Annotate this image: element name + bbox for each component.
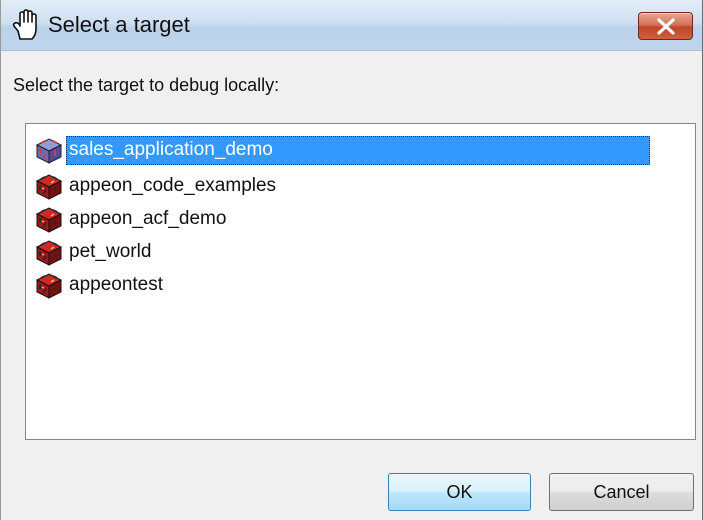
- close-x-icon: [657, 18, 675, 35]
- target-cube-icon: [35, 174, 63, 200]
- list-item[interactable]: appeon_code_examples: [34, 170, 280, 202]
- dialog-prompt: Select the target to debug locally:: [13, 75, 280, 95]
- window-title: Select a target: [48, 12, 190, 37]
- close-button[interactable]: [638, 12, 693, 40]
- title-bar[interactable]: Select a target: [1, 0, 702, 51]
- target-label: sales_application_demo: [66, 135, 650, 165]
- target-cube-icon: [35, 273, 63, 299]
- hand-pointer-icon: [11, 9, 41, 41]
- list-item[interactable]: appeon_acf_demo: [34, 203, 230, 235]
- select-target-dialog: Select a target Select the target to deb…: [0, 0, 703, 520]
- list-item[interactable]: sales_application_demo: [34, 134, 650, 166]
- target-cube-icon: [35, 138, 63, 164]
- target-cube-icon: [35, 207, 63, 233]
- target-list[interactable]: sales_application_demo appeon_code_examp…: [25, 123, 696, 440]
- target-label: appeontest: [69, 273, 164, 295]
- target-label: appeon_code_examples: [69, 174, 277, 196]
- target-label: appeon_acf_demo: [69, 207, 227, 229]
- ok-button[interactable]: OK: [388, 473, 531, 511]
- target-cube-icon: [35, 240, 63, 266]
- cancel-button[interactable]: Cancel: [549, 473, 694, 511]
- list-item[interactable]: appeontest: [34, 269, 167, 301]
- target-label: pet_world: [69, 240, 152, 262]
- list-item[interactable]: pet_world: [34, 236, 155, 268]
